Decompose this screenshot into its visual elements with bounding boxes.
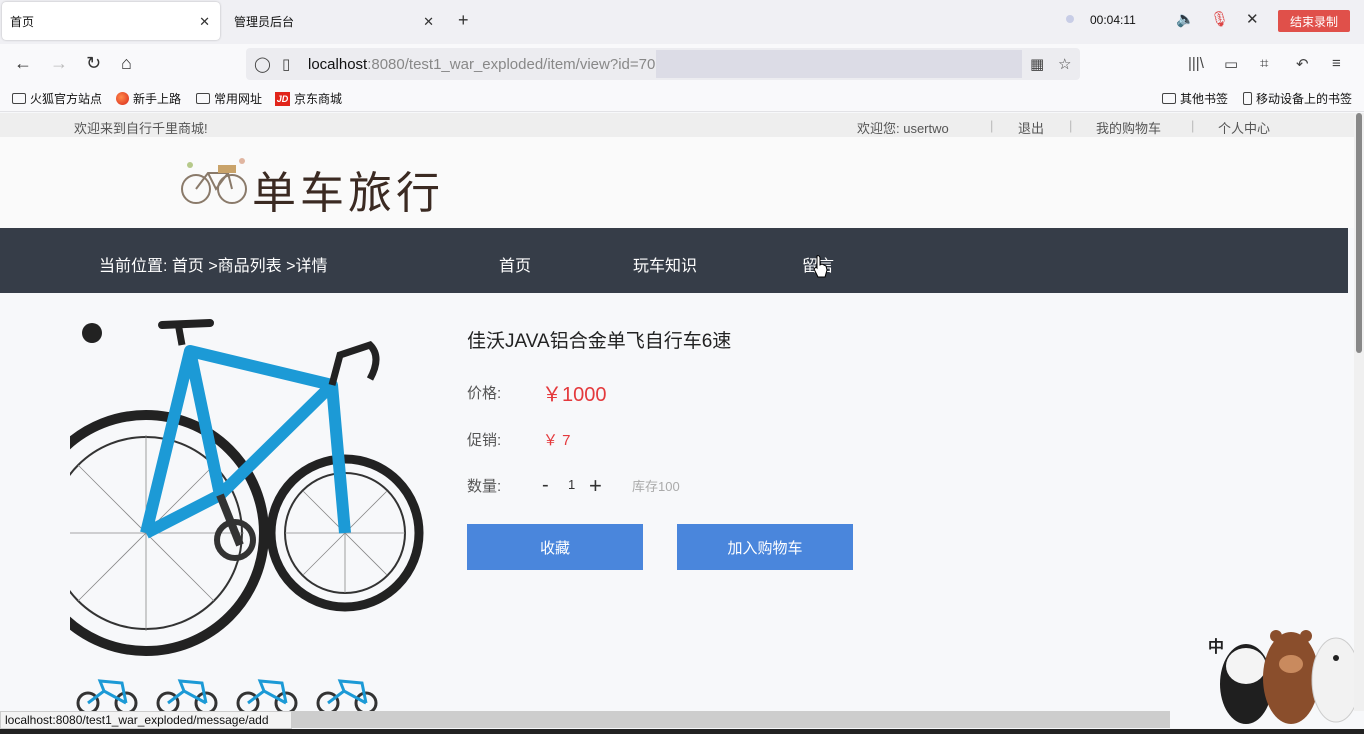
- qr-code-icon[interactable]: ▦: [1030, 55, 1044, 73]
- add-to-cart-button[interactable]: 加入购物车: [677, 524, 853, 570]
- undo-icon[interactable]: ↶: [1296, 55, 1309, 73]
- bicycle-logo-icon: [181, 158, 247, 204]
- screenshot-icon[interactable]: ⌗: [1260, 55, 1268, 72]
- jd-icon: JD: [275, 91, 290, 106]
- tab-close-icon[interactable]: ✕: [199, 14, 210, 30]
- vertical-scrollbar[interactable]: [1354, 113, 1364, 711]
- record-timer: 00:04:11: [1090, 13, 1136, 27]
- quantity-decrease-button[interactable]: -: [542, 474, 549, 497]
- divider: |: [1191, 118, 1195, 133]
- bookmark-item[interactable]: JD 京东商城: [275, 90, 342, 107]
- new-tab-icon[interactable]: +: [458, 10, 469, 31]
- address-bar[interactable]: ◯ ▯ localhost:8080/test1_war_exploded/it…: [246, 48, 1080, 80]
- product-title: 佳沃JAVA铝合金单飞自行车6速: [467, 331, 732, 352]
- product-detail: 佳沃JAVA铝合金单飞自行车6速 价格: ￥1000 促销: ￥ 7 数量: -…: [0, 293, 1354, 711]
- thumbnail[interactable]: [232, 675, 302, 711]
- product-image[interactable]: [70, 315, 430, 675]
- folder-icon: [12, 93, 26, 104]
- tab-label: 首页: [10, 14, 35, 29]
- home-icon[interactable]: ⌂: [121, 53, 132, 74]
- reload-icon[interactable]: ↻: [86, 53, 101, 74]
- product-promo: ￥ 7: [543, 432, 571, 449]
- forward-icon[interactable]: →: [50, 53, 68, 74]
- taskbar-strip: [0, 729, 1364, 734]
- site-top-bar: 欢迎来到自行千里商城! 欢迎您: usertwo | 退出 | 我的购物车 | …: [0, 113, 1354, 137]
- sidebar-icon[interactable]: ▭: [1224, 55, 1238, 73]
- bookmark-item[interactable]: 常用网址: [196, 90, 262, 107]
- close-recorder-icon[interactable]: ✕: [1246, 10, 1259, 28]
- url-text[interactable]: localhost:8080/test1_war_exploded/item/v…: [308, 56, 655, 73]
- cart-link[interactable]: 我的购物车: [1096, 118, 1161, 137]
- bookmarks-bar: 火狐官方站点 新手上路 常用网址 JD 京东商城 其他书签 移动设备上的书签: [0, 84, 1364, 112]
- bookmark-item[interactable]: 火狐官方站点: [12, 90, 102, 107]
- folder-icon: [1162, 93, 1176, 104]
- folder-icon: [196, 93, 210, 104]
- shield-icon[interactable]: ◯: [254, 55, 271, 73]
- bookmark-item[interactable]: 移动设备上的书签: [1243, 90, 1352, 107]
- library-icon[interactable]: |||\: [1188, 55, 1204, 72]
- welcome-text: 欢迎来到自行千里商城!: [74, 121, 208, 136]
- mobile-icon: [1243, 92, 1252, 105]
- promo-label: 促销:: [467, 432, 502, 449]
- bears-mascot-widget[interactable]: 中: [1196, 614, 1364, 728]
- firefox-icon: [116, 92, 129, 105]
- tab-admin[interactable]: 管理员后台 ✕: [226, 2, 444, 40]
- user-greeting: 欢迎您: usertwo: [857, 121, 949, 136]
- menu-icon[interactable]: ≡: [1332, 55, 1341, 72]
- mouse-cursor-icon: [813, 255, 828, 278]
- page-icon[interactable]: ▯: [282, 55, 290, 73]
- quantity-label: 数量:: [467, 478, 502, 495]
- thumbnail[interactable]: [312, 675, 382, 711]
- logo-area: 单车旅行: [0, 137, 1354, 228]
- back-icon[interactable]: ←: [14, 53, 32, 74]
- scrollbar-thumb[interactable]: [1356, 113, 1362, 353]
- quantity-input[interactable]: 1: [568, 477, 575, 492]
- logout-link[interactable]: 退出: [1018, 118, 1044, 137]
- nav-home[interactable]: 首页: [499, 252, 531, 276]
- tab-label: 管理员后台: [234, 14, 295, 29]
- breadcrumb[interactable]: 当前位置: 首页 >商品列表 >详情: [99, 252, 327, 276]
- mic-muted-icon[interactable]: 🎙: [1210, 10, 1229, 28]
- browser-toolbar: ← → ↻ ⌂ ◯ ▯ localhost:8080/test1_war_exp…: [0, 44, 1364, 84]
- divider: |: [990, 118, 994, 133]
- bookmark-star-icon[interactable]: ☆: [1058, 55, 1071, 73]
- stock-text: 库存100: [632, 479, 680, 494]
- quantity-increase-button[interactable]: +: [589, 473, 602, 499]
- product-price: ￥1000: [542, 384, 607, 406]
- thumbnail[interactable]: [72, 675, 142, 711]
- thumbnail[interactable]: [152, 675, 222, 711]
- nav-knowledge[interactable]: 玩车知识: [633, 252, 697, 276]
- price-label: 价格:: [467, 385, 502, 402]
- speaker-icon[interactable]: 🔈: [1176, 10, 1195, 28]
- url-selection: [656, 50, 1022, 78]
- divider: |: [1069, 118, 1073, 133]
- profile-link[interactable]: 个人中心: [1218, 118, 1270, 137]
- mascot-label: 中: [1208, 637, 1224, 656]
- bookmark-item[interactable]: 新手上路: [116, 90, 181, 107]
- stop-recording-button[interactable]: 结束录制: [1278, 10, 1350, 32]
- tab-close-icon[interactable]: ✕: [423, 14, 434, 30]
- site-logo[interactable]: 单车旅行: [178, 151, 448, 219]
- browser-tab-bar: 首页 ✕ 管理员后台 ✕ + 00:04:11 🔈 🎙 ✕ 结束录制: [0, 0, 1364, 44]
- tab-home[interactable]: 首页 ✕: [2, 2, 220, 40]
- bookmark-item[interactable]: 其他书签: [1162, 90, 1228, 107]
- status-url: localhost:8080/test1_war_exploded/messag…: [0, 711, 292, 729]
- record-indicator-icon: [1066, 15, 1074, 23]
- main-nav: 当前位置: 首页 >商品列表 >详情 首页 玩车知识 留言: [0, 228, 1348, 293]
- horizontal-scrollbar[interactable]: [292, 711, 1170, 728]
- favorite-button[interactable]: 收藏: [467, 524, 643, 570]
- logo-text: 单车旅行: [252, 168, 444, 219]
